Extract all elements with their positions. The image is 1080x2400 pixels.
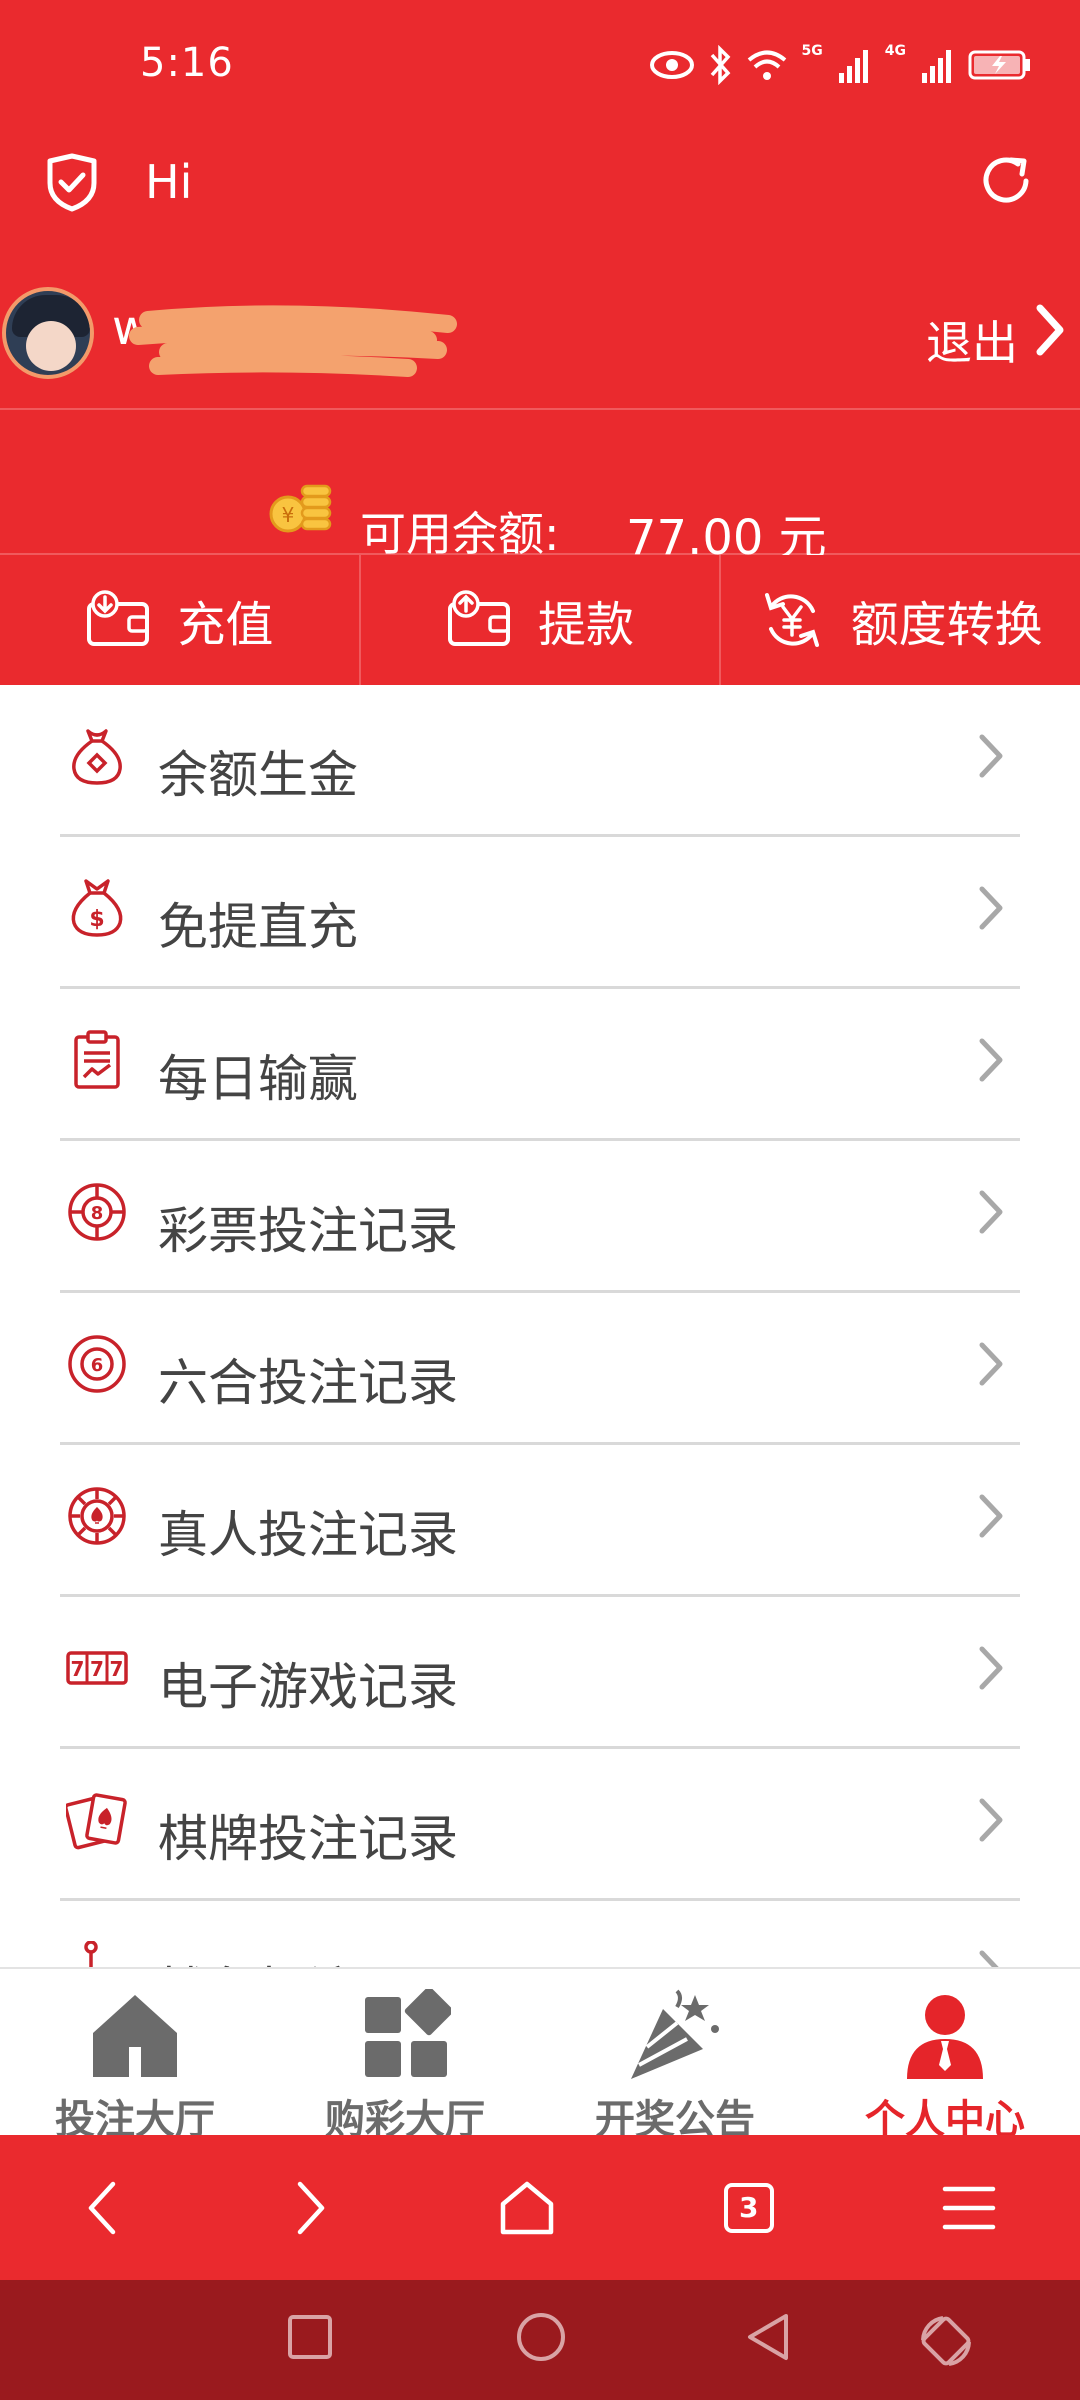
logout-button[interactable]: 退出 xyxy=(926,307,1018,373)
coins-icon: ¥ xyxy=(269,484,332,533)
sim1-label: 5G xyxy=(801,43,823,59)
yen-transfer-icon xyxy=(764,593,819,647)
action-bar: 充值 提款 额度转换 xyxy=(0,555,1080,685)
svg-text:7: 7 xyxy=(71,1657,85,1681)
menu-label: 真人投注记录 xyxy=(158,1506,458,1564)
chevron-right-icon xyxy=(979,1342,1003,1386)
bluetooth-icon xyxy=(710,45,730,85)
home-page-icon[interactable] xyxy=(497,2178,557,2238)
menu-icon[interactable] xyxy=(941,2183,997,2233)
withdraw-label: 提款 xyxy=(538,597,635,653)
tab-betting-hall[interactable]: 投注大厅 xyxy=(0,1969,270,2143)
menu-label: 每日输赢 xyxy=(158,1050,358,1108)
chevron-right-icon xyxy=(979,1798,1003,1842)
deposit-button[interactable]: 充值 xyxy=(0,555,359,685)
menu-item-mark-six-records[interactable]: 6 六合投注记录 xyxy=(60,1293,1020,1445)
slot-777-icon: 777 xyxy=(66,1651,128,1685)
credit-transfer-label: 额度转换 xyxy=(850,597,1043,653)
tab-draw-results[interactable]: 开奖公告 xyxy=(540,1969,810,2143)
menu-label: 彩票投注记录 xyxy=(158,1202,458,1260)
recent-apps-icon[interactable] xyxy=(285,2310,335,2366)
status-bar: 5:16 5G 4G xyxy=(0,0,1080,115)
tab-lottery-hall[interactable]: 购彩大厅 xyxy=(270,1969,540,2143)
chevron-right-icon[interactable] xyxy=(1032,302,1068,358)
casino-chip-icon xyxy=(68,1487,126,1545)
menu-label: 电子游戏记录 xyxy=(158,1658,458,1716)
user-row: w 退出 xyxy=(0,250,1080,410)
menu-item-live-casino-records[interactable]: 真人投注记录 xyxy=(60,1445,1020,1597)
menu-label: 六合投注记录 xyxy=(158,1354,458,1412)
svg-text:7: 7 xyxy=(90,1657,104,1681)
refresh-icon[interactable] xyxy=(978,151,1036,209)
avatar[interactable] xyxy=(2,287,94,379)
chevron-right-icon xyxy=(979,1494,1003,1538)
menu-item-fishing-records[interactable]: 捕鱼投注记录 xyxy=(60,1901,1020,1967)
credit-transfer-button[interactable]: 额度转换 xyxy=(719,555,1080,685)
tabs-counter[interactable]: 3 xyxy=(723,2182,774,2233)
svg-text:¥: ¥ xyxy=(282,503,295,527)
status-time: 5:16 xyxy=(140,40,234,86)
menu-label: 棋牌投注记录 xyxy=(158,1810,458,1868)
browser-toolbar: 3 xyxy=(0,2135,1080,2280)
chevron-right-icon xyxy=(979,1950,999,1967)
menu-item-lottery-records[interactable]: 8 彩票投注记录 xyxy=(60,1141,1020,1293)
rotate-screen-icon[interactable] xyxy=(915,2310,977,2372)
signal-icon xyxy=(838,50,868,83)
deposit-label: 充值 xyxy=(177,597,274,653)
person-icon xyxy=(907,1995,983,2079)
svg-text:7: 7 xyxy=(110,1657,124,1681)
svg-text:6: 6 xyxy=(91,1355,104,1376)
signal-icon-2 xyxy=(922,50,951,83)
chevron-right-icon xyxy=(979,734,1003,778)
lottery-ball-8-icon: 8 xyxy=(68,1183,126,1241)
menu-item-daily-win-loss[interactable]: 每日输赢 xyxy=(60,989,1020,1141)
tab-personal-center[interactable]: 个人中心 xyxy=(810,1969,1080,2143)
sim2-label: 4G xyxy=(884,43,906,59)
report-icon xyxy=(74,1030,120,1089)
svg-text:$: $ xyxy=(89,907,104,932)
system-nav-bar xyxy=(0,2280,1080,2400)
money-bag-icon xyxy=(72,729,122,785)
lottery-ball-6-icon: 6 xyxy=(68,1335,126,1393)
chevron-right-icon xyxy=(979,1038,1003,1082)
menu-label: 免提直充 xyxy=(158,898,358,956)
back-icon[interactable] xyxy=(83,2178,123,2238)
menu-list: 余额生金 $ 免提直充 每日输赢 8 彩票投注记录 6 六合投注记录 真人投注记… xyxy=(0,685,1080,1967)
playing-cards-icon xyxy=(66,1793,127,1850)
bottom-tab-bar: 投注大厅 购彩大厅 开奖公告 个人中心 xyxy=(0,1967,1080,2143)
chevron-right-icon xyxy=(979,1646,1003,1690)
wallet-in-icon xyxy=(87,590,150,646)
party-popper-icon xyxy=(631,1989,719,2079)
status-icons: 5G 4G xyxy=(649,40,1032,90)
greeting: Hi xyxy=(145,155,193,209)
back-triangle-icon[interactable] xyxy=(740,2310,796,2366)
wifi-icon xyxy=(747,50,786,80)
menu-label: 捕鱼投注记录 xyxy=(158,1951,458,1967)
balance-row: ¥ 可用余额: 77.00 元 xyxy=(0,410,1080,566)
menu-label: 余额生金 xyxy=(158,746,358,804)
shield-check-icon[interactable] xyxy=(44,153,100,213)
home-circle-icon[interactable] xyxy=(513,2310,569,2366)
battery-charging-icon xyxy=(968,50,1030,80)
menu-item-slot-records[interactable]: 777 电子游戏记录 xyxy=(60,1597,1020,1749)
menu-item-balance-interest[interactable]: 余额生金 xyxy=(60,685,1020,837)
svg-text:8: 8 xyxy=(91,1203,104,1224)
menu-item-direct-recharge[interactable]: $ 免提直充 xyxy=(60,837,1020,989)
chevron-right-icon xyxy=(979,886,1003,930)
home-icon xyxy=(93,1995,177,2077)
dollar-bag-icon: $ xyxy=(71,879,123,937)
withdraw-button[interactable]: 提款 xyxy=(358,555,720,685)
top-bar: Hi xyxy=(0,115,1080,250)
grid-icon xyxy=(365,1989,451,2077)
forward-icon[interactable] xyxy=(290,2178,330,2238)
wallet-out-icon xyxy=(448,590,510,646)
fishing-hook-icon xyxy=(84,1941,98,1967)
eye-icon xyxy=(649,51,694,79)
redaction-scribble xyxy=(129,305,457,377)
chevron-right-icon xyxy=(979,1190,1003,1234)
menu-item-card-game-records[interactable]: 棋牌投注记录 xyxy=(60,1749,1020,1901)
